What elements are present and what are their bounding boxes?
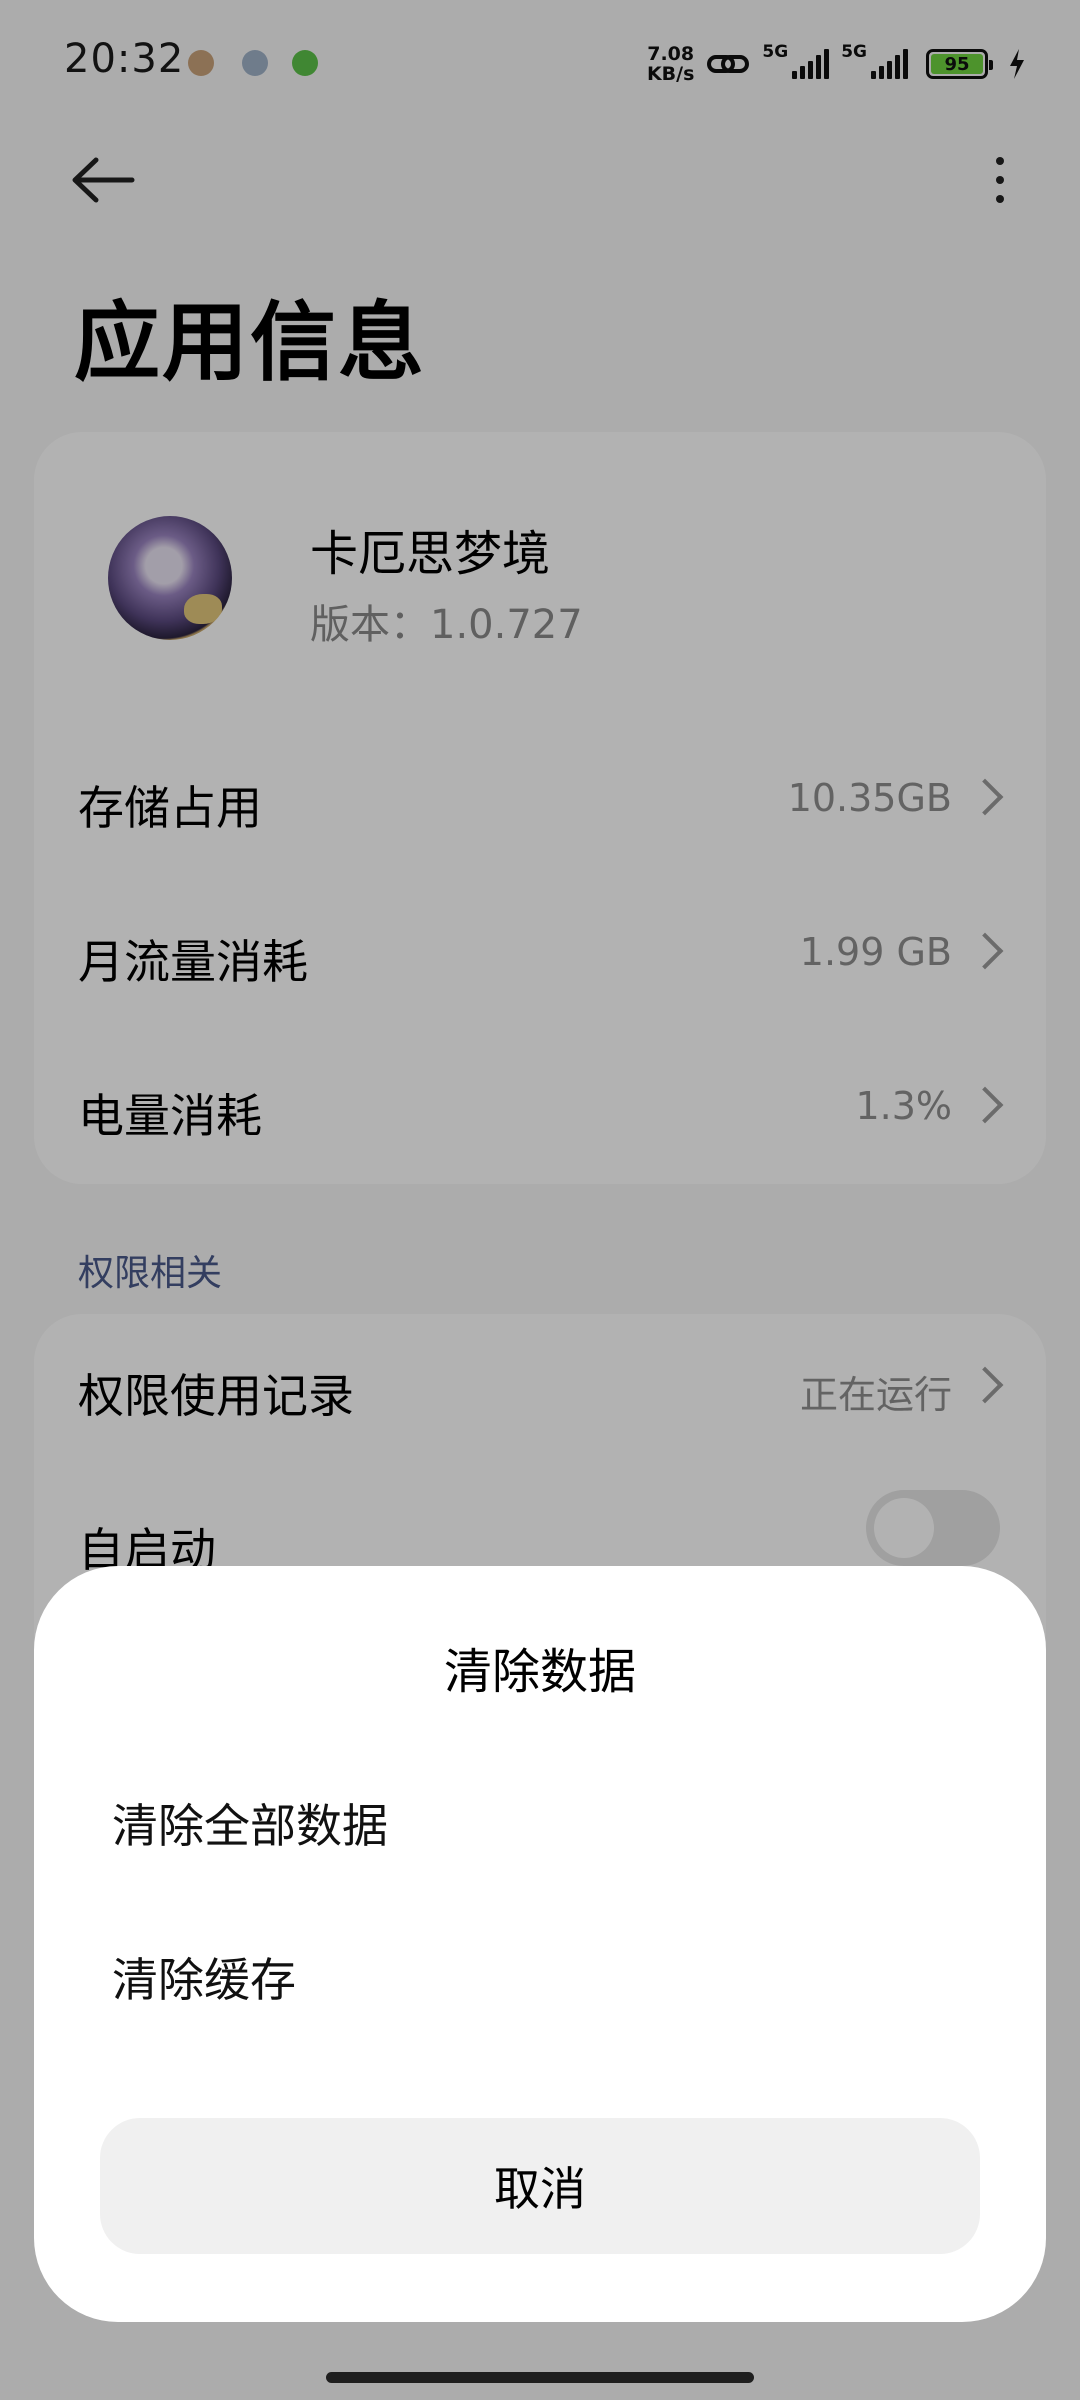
clear-all-data-option[interactable]: 清除全部数据 — [34, 1744, 1046, 1894]
clear-cache-option[interactable]: 清除缓存 — [34, 1898, 1046, 2048]
cancel-button[interactable]: 取消 — [100, 2118, 980, 2254]
clear-cache-label: 清除缓存 — [112, 1953, 296, 2007]
clear-data-dialog: 清除数据 清除全部数据 清除缓存 取消 — [34, 1566, 1046, 2322]
dialog-title: 清除数据 — [443, 1644, 636, 1700]
clear-all-data-label: 清除全部数据 — [112, 1799, 388, 1853]
home-indicator[interactable] — [326, 2372, 754, 2383]
